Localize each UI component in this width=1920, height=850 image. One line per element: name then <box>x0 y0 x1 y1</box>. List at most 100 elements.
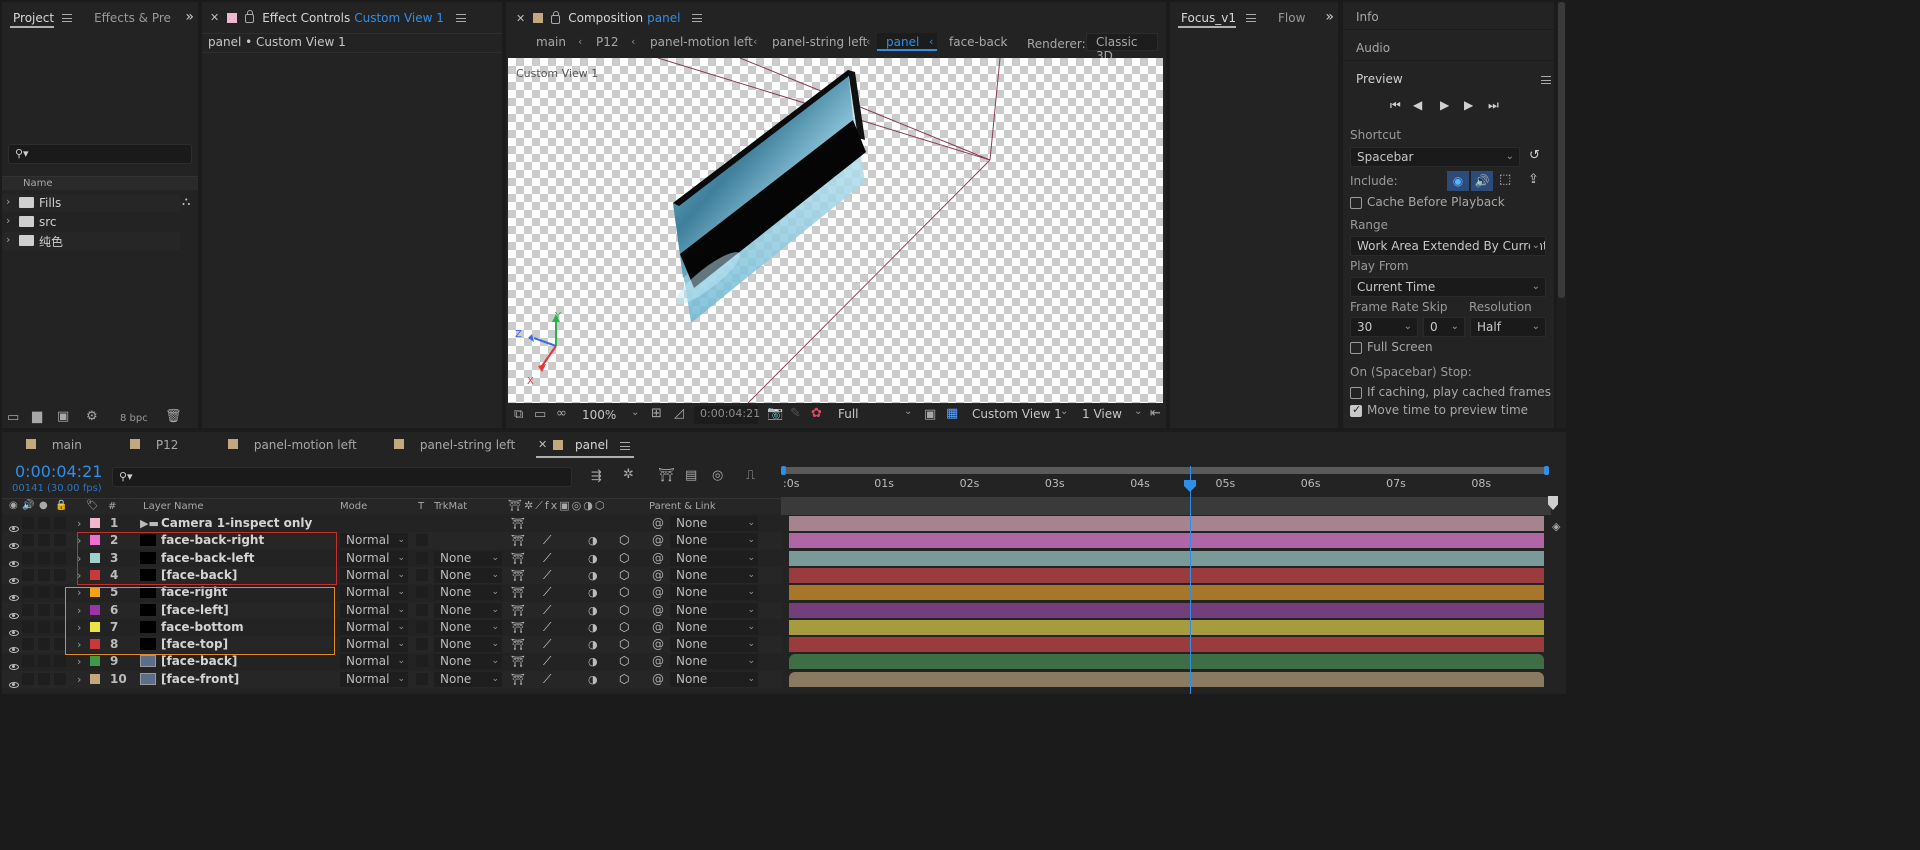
frame-rate-dropdown[interactable]: 30 ⌄ <box>1350 317 1418 337</box>
include-overlays-icon[interactable]: ⬚ <box>1499 172 1511 187</box>
new-folder-icon[interactable]: ▆ <box>32 409 42 424</box>
breadcrumb-item[interactable]: panel-string left <box>772 35 867 49</box>
layer-duration-bar[interactable] <box>789 567 1544 583</box>
project-search-input[interactable]: ⚲▾ <box>8 144 192 164</box>
if-caching-checkbox[interactable]: If caching, play cached frames <box>1350 385 1551 399</box>
col-num[interactable]: # <box>108 501 116 512</box>
col-parent[interactable]: Parent & Link <box>649 501 716 512</box>
include-audio-icon[interactable]: 🔊 <box>1471 171 1493 191</box>
reset-exposure-icon[interactable]: ⇤ <box>1150 406 1161 421</box>
effect-controls-title[interactable]: Effect Controls <box>262 11 350 25</box>
chevron-right-icon[interactable]: › <box>6 233 10 246</box>
preview-section-header[interactable]: Preview <box>1343 65 1554 93</box>
work-area-bar[interactable] <box>781 466 1549 475</box>
layer-duration-bar[interactable] <box>789 533 1544 549</box>
effect-controls-target[interactable]: Custom View 1 <box>354 11 444 25</box>
mask-icon[interactable]: ∞ <box>556 406 567 421</box>
zoom-dropdown[interactable]: 100% ⌄ <box>579 407 643 425</box>
tab-effects-presets[interactable]: Effects & Pre <box>86 2 179 34</box>
col-t[interactable]: T <box>418 501 424 512</box>
layer-duration-bar[interactable] <box>789 602 1544 618</box>
chevron-right-icon[interactable]: › <box>6 195 10 208</box>
timeline-timecode[interactable]: 0:00:04:21 <box>15 462 102 481</box>
region-of-interest-icon[interactable]: ◿ <box>674 406 684 421</box>
play-from-dropdown[interactable]: Current Time ⌄ <box>1350 277 1546 297</box>
focus-menu-icon[interactable] <box>1246 14 1257 22</box>
comp-viewport[interactable]: Custom View 1 Z Y X <box>508 58 1163 403</box>
tab-project[interactable]: Project <box>2 2 62 34</box>
breadcrumb-item[interactable]: P12 <box>596 35 619 49</box>
resolution-dropdown[interactable]: Full ⌄ <box>834 406 916 424</box>
always-preview-icon[interactable]: ⧉ <box>514 407 523 422</box>
layout-dropdown[interactable]: 1 View ⌄ <box>1078 406 1144 424</box>
range-dropdown[interactable]: Work Area Extended By Current... ⌄ <box>1350 236 1546 256</box>
composition-target[interactable]: panel <box>647 11 680 25</box>
previous-frame-icon[interactable]: ◀︎ <box>1413 98 1422 112</box>
include-export-icon[interactable]: ⇪ <box>1528 172 1539 187</box>
work-area-start-handle[interactable] <box>781 466 786 475</box>
transparency-grid-icon[interactable]: ▦ <box>946 406 958 421</box>
project-flowchart-icon[interactable]: ⛬ <box>182 194 190 209</box>
column-name-label[interactable]: Name <box>23 178 53 189</box>
channel-icon[interactable]: ✿ <box>811 406 822 421</box>
layer-duration-bar[interactable] <box>789 637 1544 653</box>
project-menu-icon[interactable] <box>62 14 73 22</box>
play-icon[interactable]: ▶ <box>1440 98 1449 112</box>
layer-duration-bar[interactable] <box>789 550 1544 566</box>
work-area-end-handle[interactable] <box>1544 466 1549 475</box>
shortcut-dropdown[interactable]: Spacebar ⌄ <box>1350 147 1520 167</box>
tab-flow[interactable]: Flow <box>1270 2 1313 34</box>
new-composition-icon[interactable]: ▣ <box>57 409 69 424</box>
composition-title[interactable]: Composition <box>568 11 643 25</box>
trash-icon[interactable]: 🗑 <box>165 409 182 424</box>
time-ruler[interactable]: :0s 01s 02s 03s 04s 05s 06s 07s 08s <box>781 464 1558 515</box>
project-settings-icon[interactable]: ⚙ <box>86 409 98 424</box>
renderer-button[interactable]: Classic 3D <box>1086 33 1158 63</box>
project-item-folder[interactable]: › Fills <box>2 194 180 212</box>
checkbox[interactable] <box>1350 341 1362 354</box>
breadcrumb-item[interactable]: main <box>536 35 566 49</box>
include-video-icon[interactable]: ◉ <box>1447 171 1469 191</box>
next-frame-icon[interactable]: ▶︎ <box>1464 98 1473 112</box>
camera-snapshot-icon[interactable]: 📷 <box>767 406 783 421</box>
project-item-folder[interactable]: › 纯色 <box>2 232 180 250</box>
timeline-menu-icon[interactable] <box>620 442 630 450</box>
bpc-label[interactable]: 8 bpc <box>120 413 148 424</box>
timeline-tab[interactable]: panel-motion left <box>228 438 357 452</box>
project-search-field[interactable] <box>39 146 187 162</box>
timeline-search-input[interactable]: ⚲▾ <box>112 467 572 487</box>
reset-icon[interactable]: ↺ <box>1529 148 1540 163</box>
layer-duration-bar[interactable] <box>789 654 1544 670</box>
panel-overflow-icon[interactable]: » <box>1325 9 1334 25</box>
graph-editor-icon[interactable]: ⎍ <box>746 468 755 483</box>
breadcrumb-item[interactable]: panel-motion left <box>650 35 753 49</box>
lock-icon[interactable] <box>245 10 255 23</box>
info-section[interactable]: Info <box>1343 2 1554 30</box>
video-toggle-icon[interactable]: ◉ <box>9 500 18 511</box>
checkbox[interactable] <box>1350 386 1362 399</box>
timeline-tab-active[interactable]: ✕ panel <box>536 432 634 458</box>
label-column-icon[interactable]: 🏷 <box>86 500 99 511</box>
close-icon[interactable]: ✕ <box>516 12 525 25</box>
layer-duration-bar[interactable] <box>789 619 1544 635</box>
resolution-dropdown[interactable]: Half ⌄ <box>1470 317 1546 337</box>
lock-column-icon[interactable]: 🔒 <box>55 500 67 511</box>
cache-before-playback-checkbox[interactable]: Cache Before Playback <box>1350 195 1505 209</box>
monitor-icon[interactable]: ▭ <box>534 407 546 422</box>
last-frame-icon[interactable]: ⏭ <box>1488 98 1499 113</box>
audio-toggle-icon[interactable]: 🔊 <box>22 500 34 511</box>
solo-toggle-icon[interactable]: ● <box>39 500 48 511</box>
frame-blending-icon[interactable]: ▤ <box>685 468 697 483</box>
col-layer-name[interactable]: Layer Name <box>143 501 204 512</box>
switches-header-icons[interactable]: ⛩✲⟋fx▣◎◑⬡ <box>508 499 606 513</box>
timeline-tab[interactable]: P12 <box>130 438 178 452</box>
timeline-tab[interactable]: panel-string left <box>394 438 515 452</box>
breadcrumb-item[interactable]: face-back <box>949 35 1007 49</box>
effect-controls-menu-icon[interactable] <box>455 13 466 22</box>
layer-duration-bar[interactable] <box>789 516 1544 531</box>
preview-menu-icon[interactable] <box>1541 76 1551 84</box>
composition-menu-icon[interactable] <box>692 14 703 22</box>
shy-icon[interactable]: ⛩ <box>658 468 675 483</box>
audio-section[interactable]: Audio <box>1343 33 1554 61</box>
tab-focus-v1[interactable]: Focus_v1 <box>1170 2 1244 34</box>
